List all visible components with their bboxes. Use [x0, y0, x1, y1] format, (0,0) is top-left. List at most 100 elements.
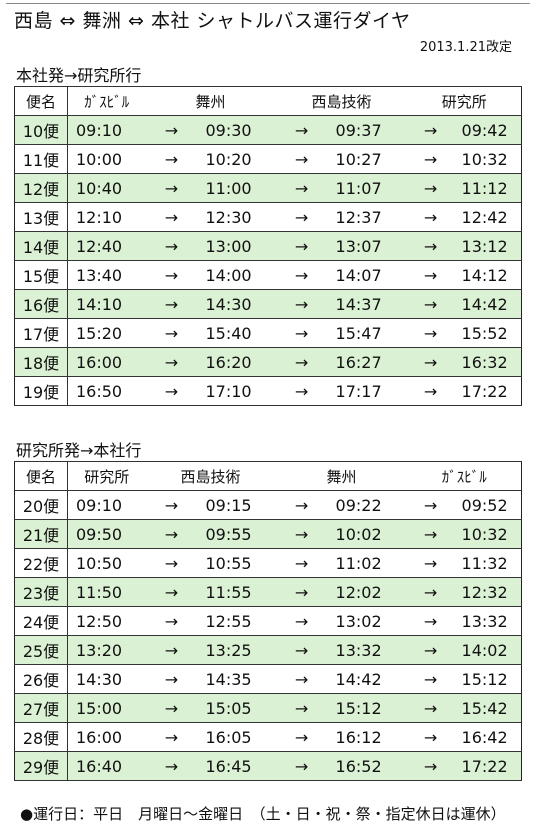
bin-number-cell: 22便 [14, 548, 68, 578]
arrow-cell: → [145, 289, 198, 319]
arrow-cell: → [407, 606, 454, 636]
inbound-timetable: 便名 研究所 西島技術 舞州 ｶﾞｽﾋﾞﾙ 20便 09:10 → 09:15 → 09:… [14, 461, 523, 781]
time-cell: 14:02 [453, 635, 522, 665]
arrow-cell: → [275, 231, 328, 261]
operating-days-note: ●運行日：平日 月曜日～金曜日 （土・日・祝・祭・指定休日は運休） [20, 805, 506, 823]
time-cell: 17:17 [327, 376, 408, 406]
time-cell: 10:27 [327, 144, 408, 174]
arrow-cell: → [275, 260, 328, 290]
arrow-cell: → [407, 144, 454, 174]
arrow-cell: → [145, 635, 198, 665]
time-cell: 14:42 [453, 289, 522, 319]
time-cell: 09:30 [197, 115, 276, 145]
time-cell: 12:32 [453, 577, 522, 607]
table-header-row: 便名 ｶﾞｽﾋﾞﾙ 舞州 西島技術 研究所 [14, 86, 522, 116]
arrow-cell: → [145, 115, 198, 145]
header-stop-2: 舞州 [145, 86, 276, 116]
table-row: 22便 10:50 → 10:55 → 11:02 → 11:32 [14, 548, 522, 578]
time-cell: 13:12 [453, 231, 522, 261]
arrow-cell: → [145, 577, 198, 607]
header-stop-4: ｶﾞｽﾋﾞﾙ [407, 461, 522, 491]
time-cell: 13:25 [197, 635, 276, 665]
bin-number-cell: 10便 [14, 115, 68, 145]
arrow-cell: → [275, 318, 328, 348]
time-cell: 12:55 [197, 606, 276, 636]
time-cell: 14:00 [197, 260, 276, 290]
time-cell: 09:10 [67, 490, 146, 520]
table-row: 26便 14:30 → 14:35 → 14:42 → 15:12 [14, 664, 522, 694]
bin-number-cell: 29便 [14, 751, 68, 781]
time-cell: 16:50 [67, 376, 146, 406]
time-cell: 13:07 [327, 231, 408, 261]
arrow-cell: → [145, 318, 198, 348]
time-cell: 14:42 [327, 664, 408, 694]
time-cell: 10:50 [67, 548, 146, 578]
time-cell: 14:12 [453, 260, 522, 290]
time-cell: 15:12 [327, 693, 408, 723]
time-cell: 15:05 [197, 693, 276, 723]
bin-number-cell: 12便 [14, 173, 68, 203]
time-cell: 09:52 [453, 490, 522, 520]
time-cell: 15:00 [67, 693, 146, 723]
time-cell: 16:05 [197, 722, 276, 752]
bin-number-cell: 23便 [14, 577, 68, 607]
time-cell: 16:00 [67, 722, 146, 752]
arrow-cell: → [407, 693, 454, 723]
time-cell: 13:40 [67, 260, 146, 290]
bin-number-cell: 15便 [14, 260, 68, 290]
time-cell: 16:00 [67, 347, 146, 377]
header-stop-1: ｶﾞｽﾋﾞﾙ [67, 86, 146, 116]
arrow-cell: → [407, 376, 454, 406]
arrow-cell: → [407, 173, 454, 203]
arrow-cell: → [275, 347, 328, 377]
arrow-cell: → [275, 289, 328, 319]
arrow-cell: → [407, 490, 454, 520]
time-cell: 15:40 [197, 318, 276, 348]
bin-number-cell: 17便 [14, 318, 68, 348]
time-cell: 11:32 [453, 548, 522, 578]
arrow-cell: → [407, 548, 454, 578]
arrow-cell: → [145, 376, 198, 406]
time-cell: 16:12 [327, 722, 408, 752]
arrow-cell: → [275, 577, 328, 607]
time-cell: 15:12 [453, 664, 522, 694]
arrow-cell: → [145, 548, 198, 578]
time-cell: 12:02 [327, 577, 408, 607]
time-cell: 10:55 [197, 548, 276, 578]
header-stop-1: 研究所 [67, 461, 146, 491]
arrow-cell: → [145, 144, 198, 174]
header-stop-3: 西島技術 [275, 86, 408, 116]
arrow-cell: → [275, 751, 328, 781]
arrow-cell: → [407, 231, 454, 261]
time-cell: 09:22 [327, 490, 408, 520]
arrow-cell: → [145, 260, 198, 290]
outbound-timetable: 便名 ｶﾞｽﾋﾞﾙ 舞州 西島技術 研究所 10便 09:10 → 09:30 → 09:… [14, 86, 523, 406]
arrow-cell: → [275, 376, 328, 406]
time-cell: 12:40 [67, 231, 146, 261]
arrow-cell: → [145, 664, 198, 694]
time-cell: 10:32 [453, 144, 522, 174]
table-row: 27便 15:00 → 15:05 → 15:12 → 15:42 [14, 693, 522, 723]
arrow-cell: → [407, 635, 454, 665]
table-row: 15便 13:40 → 14:00 → 14:07 → 14:12 [14, 260, 522, 290]
table-row: 11便 10:00 → 10:20 → 10:27 → 10:32 [14, 144, 522, 174]
time-cell: 16:52 [327, 751, 408, 781]
time-cell: 13:20 [67, 635, 146, 665]
table-row: 28便 16:00 → 16:05 → 16:12 → 16:42 [14, 722, 522, 752]
table-row: 16便 14:10 → 14:30 → 14:37 → 14:42 [14, 289, 522, 319]
time-cell: 09:55 [197, 519, 276, 549]
bin-number-cell: 27便 [14, 693, 68, 723]
time-cell: 12:42 [453, 202, 522, 232]
time-cell: 10:02 [327, 519, 408, 549]
bin-number-cell: 14便 [14, 231, 68, 261]
table-row: 21便 09:50 → 09:55 → 10:02 → 10:32 [14, 519, 522, 549]
table-row: 29便 16:40 → 16:45 → 16:52 → 17:22 [14, 751, 522, 781]
time-cell: 11:00 [197, 173, 276, 203]
arrow-cell: → [145, 347, 198, 377]
arrow-cell: → [145, 722, 198, 752]
header-bin: 便名 [14, 86, 68, 116]
time-cell: 12:37 [327, 202, 408, 232]
table-row: 19便 16:50 → 17:10 → 17:17 → 17:22 [14, 376, 522, 406]
time-cell: 14:37 [327, 289, 408, 319]
arrow-cell: → [275, 722, 328, 752]
